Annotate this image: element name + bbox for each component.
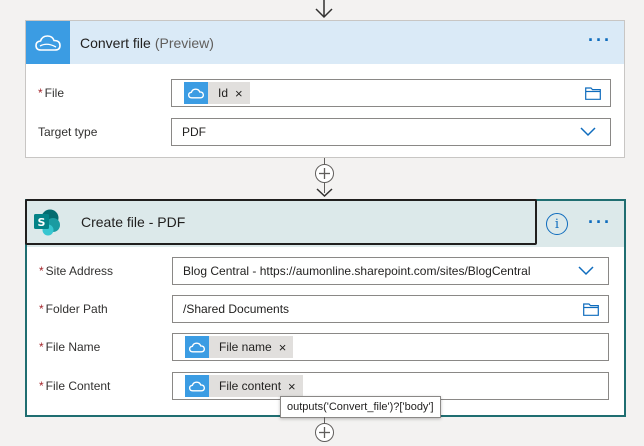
info-icon[interactable]: i xyxy=(546,213,568,235)
remove-token-button[interactable]: × xyxy=(235,86,243,101)
target-type-row: Target type PDF xyxy=(26,118,624,148)
folder-icon[interactable] xyxy=(583,303,599,316)
folder-path-label: * Folder Path xyxy=(39,302,108,316)
onedrive-cloud-icon xyxy=(184,82,208,104)
token-id[interactable]: Id × xyxy=(184,82,250,104)
target-type-select[interactable]: PDF xyxy=(171,118,611,146)
down-arrow-icon xyxy=(313,0,335,20)
folder-icon[interactable] xyxy=(585,87,601,100)
token-file-name[interactable]: File name × xyxy=(185,336,294,358)
file-content-label: * File Content xyxy=(39,379,111,393)
down-arrow-icon xyxy=(316,188,333,198)
file-field[interactable]: Id × xyxy=(171,79,611,107)
folder-path-field[interactable]: /Shared Documents xyxy=(172,295,609,323)
site-address-select[interactable]: Blog Central - https://aumonline.sharepo… xyxy=(172,257,609,285)
plus-icon xyxy=(319,168,330,179)
file-label: * File xyxy=(38,86,65,100)
remove-token-button[interactable]: × xyxy=(279,340,287,355)
onedrive-cloud-icon xyxy=(185,336,209,358)
card-title: Create file - PDF xyxy=(81,214,186,230)
file-name-row: * File Name File name × xyxy=(27,333,624,363)
file-name-label: * File Name xyxy=(39,340,101,354)
sharepoint-icon: S xyxy=(27,201,67,244)
file-name-field[interactable]: File name × xyxy=(172,333,609,361)
more-options-button[interactable]: ··· xyxy=(588,31,612,49)
create-file-header[interactable]: S Create file - PDF i ··· xyxy=(25,199,624,247)
chevron-down-icon xyxy=(578,266,594,276)
chevron-down-icon xyxy=(580,127,596,137)
remove-token-button[interactable]: × xyxy=(288,379,296,394)
folder-path-row: * Folder Path /Shared Documents xyxy=(27,295,624,325)
more-options-button[interactable]: ··· xyxy=(588,213,612,231)
card-title: Convert file (Preview) xyxy=(80,34,214,51)
file-row: * File Id × xyxy=(26,79,624,109)
site-address-label: * Site Address xyxy=(39,264,114,278)
convert-file-card: Convert file (Preview) ··· * File Id × Tar… xyxy=(25,20,625,158)
token-tooltip: outputs('Convert_file')?['body'] xyxy=(280,396,441,418)
svg-text:S: S xyxy=(38,216,46,229)
add-step-button[interactable] xyxy=(315,164,334,183)
plus-icon xyxy=(319,427,330,438)
onedrive-cloud-icon xyxy=(26,21,70,64)
onedrive-cloud-icon xyxy=(185,375,209,397)
token-file-content[interactable]: File content × xyxy=(185,375,303,397)
create-file-card: S Create file - PDF i ··· * Site Address … xyxy=(25,199,626,417)
add-step-button[interactable] xyxy=(315,423,334,442)
site-address-row: * Site Address Blog Central - https://aum… xyxy=(27,257,624,287)
convert-file-header[interactable]: Convert file (Preview) ··· xyxy=(26,21,624,64)
target-type-label: Target type xyxy=(38,125,98,139)
card-title-box[interactable]: S Create file - PDF xyxy=(25,199,537,245)
